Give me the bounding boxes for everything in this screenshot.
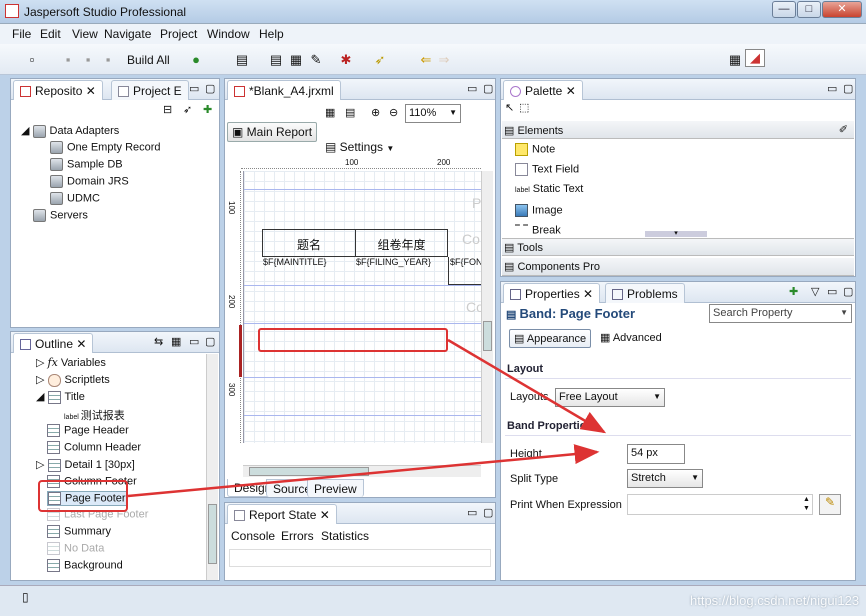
arrow-to-height	[447, 338, 607, 434]
status-icon: ▯	[22, 590, 29, 604]
annotation-arrows	[127, 338, 607, 498]
status-bar: ▯ https://blog.csdn.net/nigui123	[0, 585, 866, 616]
arrow-from-outline	[127, 444, 600, 498]
watermark-text: https://blog.csdn.net/nigui123	[690, 593, 860, 608]
